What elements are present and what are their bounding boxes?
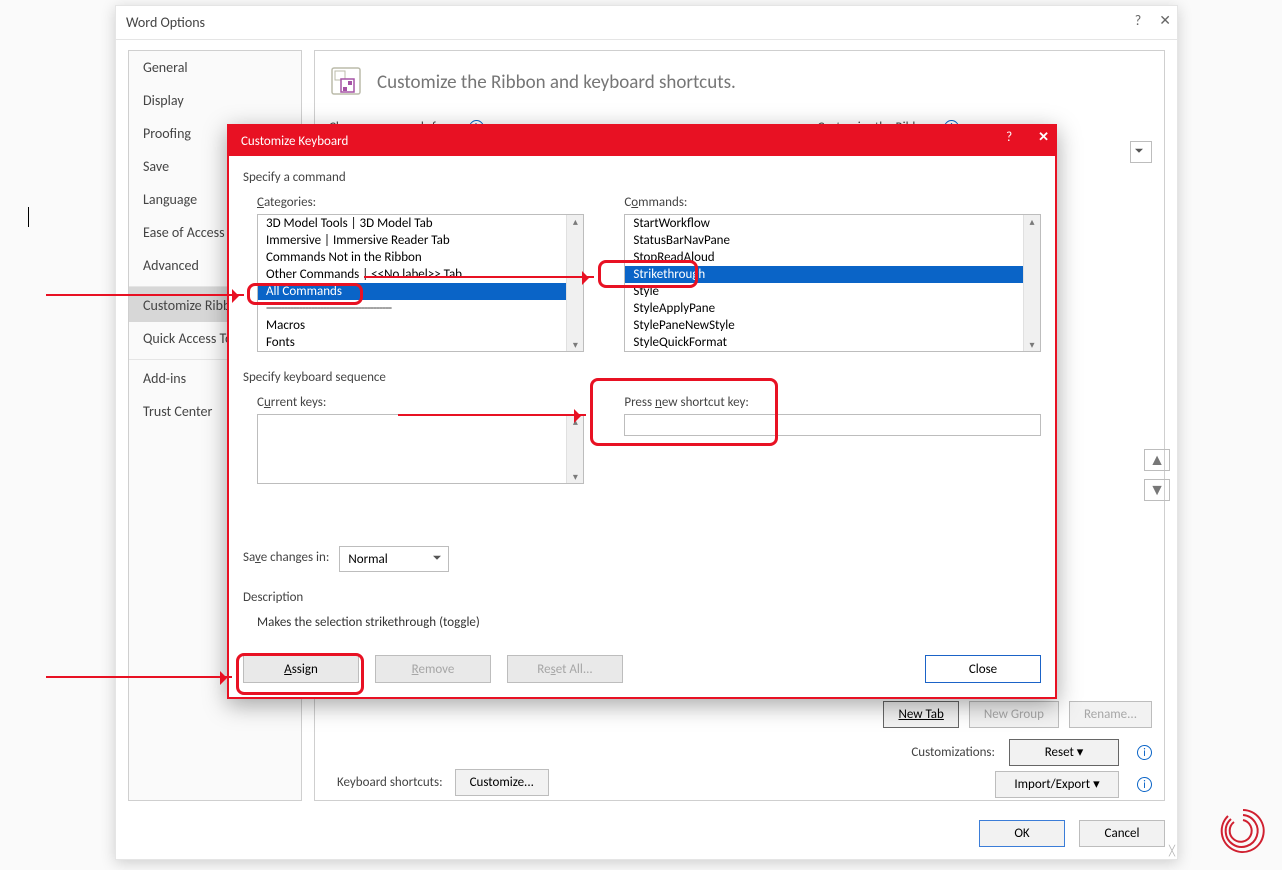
category-item[interactable]: Commands Not in the Ribbon [258,249,583,266]
new-shortcut-input[interactable] [624,414,1041,436]
dialog-help-icon[interactable]: ? [1006,130,1012,145]
text-cursor [28,207,29,227]
commands-label: Commands: [624,195,1041,210]
category-item[interactable]: Immersive | Immersive Reader Tab [258,232,583,249]
remove-button[interactable]: Remove [375,655,491,683]
current-keys-listbox[interactable] [257,414,584,484]
scrollbar[interactable] [1023,215,1040,351]
new-group-button[interactable]: New Group [969,701,1059,728]
arrow-to-all-commands [46,294,244,296]
scrollbar[interactable] [566,215,583,351]
close-icon[interactable]: ✕ [1159,12,1171,29]
category-item-selected[interactable]: All Commands [258,283,583,300]
move-down-button[interactable]: ▼ [1144,479,1170,501]
close-button[interactable]: Close [925,655,1041,683]
customize-keyboard-dialog: Customize Keyboard ? ✕ Specify a command… [227,124,1057,699]
word-options-title: Word Options [126,14,205,31]
ribbon-customize-icon [329,65,363,99]
help-icon[interactable]: ? [1135,12,1142,29]
word-options-titlebar: Word Options ? ✕ [116,6,1177,40]
arrow-to-strikethrough [364,276,594,278]
ok-button[interactable]: OK [979,820,1065,847]
arrow-to-press-new [398,414,586,416]
info-icon[interactable]: i [1137,745,1152,760]
arrow-to-assign [46,676,232,678]
category-item[interactable]: Other Commands | <<No label>> Tab [258,266,583,283]
command-item[interactable]: Style [625,283,1040,300]
reset-all-button[interactable]: Reset All... [507,655,623,683]
category-separator: ----------------------------------------… [258,300,583,317]
command-item[interactable]: StylePaneNewStyle [625,317,1040,334]
command-item[interactable]: StyleQuickFormat [625,334,1040,351]
info-icon[interactable]: i [1137,777,1152,792]
new-tab-button[interactable]: New Tab [883,701,958,728]
dialog-title: Customize Keyboard [241,134,348,149]
dialog-close-icon[interactable]: ✕ [1038,130,1049,145]
specify-command-label: Specify a command [243,170,1041,185]
reset-button[interactable]: Reset ▾ [1009,739,1119,766]
category-item[interactable]: 3D Model Tools | 3D Model Tab [258,215,583,232]
move-up-button[interactable]: ▲ [1144,449,1170,471]
rename-button[interactable]: Rename... [1069,701,1152,728]
customizations-label: Customizations: [911,745,995,760]
command-item[interactable]: StartWorkflow [625,215,1040,232]
current-keys-label: Current keys: [257,395,584,410]
customize-button[interactable]: Customize... [455,769,549,796]
command-item[interactable]: StopReadAloud [625,249,1040,266]
keyboard-shortcuts-label: Keyboard shortcuts: [337,775,443,790]
command-item[interactable]: StatusBarNavPane [625,232,1040,249]
command-item[interactable]: StyleApplyPane [625,300,1040,317]
assign-button[interactable]: AAssignssign [243,655,359,683]
categories-listbox[interactable]: 3D Model Tools | 3D Model Tab Immersive … [257,214,584,352]
description-text: Makes the selection strikethrough (toggl… [243,615,1041,630]
description-label: Description [243,590,1041,605]
brand-logo-icon [1218,806,1268,856]
scrollbar[interactable] [566,415,583,483]
sidebar-item-general[interactable]: General [129,51,301,84]
specify-sequence-label: Specify keyboard sequence [243,370,1041,385]
command-item-selected[interactable]: Strikethrough [625,266,1040,283]
sidebar-item-display[interactable]: Display [129,84,301,117]
page-heading: Customize the Ribbon and keyboard shortc… [377,71,736,94]
press-new-shortcut-label: Press new shortcut key: [624,395,1041,410]
import-export-button[interactable]: Import/Export ▾ [995,771,1119,798]
resize-grip-icon[interactable]: ╳ [1169,844,1175,857]
customize-ribbon-dropdown[interactable] [1130,141,1152,163]
cancel-button[interactable]: Cancel [1079,820,1165,847]
save-changes-select[interactable]: Normal [339,546,449,572]
categories-label: CCategories:ategories: [257,195,584,210]
category-item[interactable]: Fonts [258,334,583,351]
commands-listbox[interactable]: StartWorkflow StatusBarNavPane StopReadA… [624,214,1041,352]
category-item[interactable]: Macros [258,317,583,334]
customize-keyboard-titlebar: Customize Keyboard ? ✕ [229,126,1055,156]
save-changes-label: Save changes in: [243,550,329,565]
